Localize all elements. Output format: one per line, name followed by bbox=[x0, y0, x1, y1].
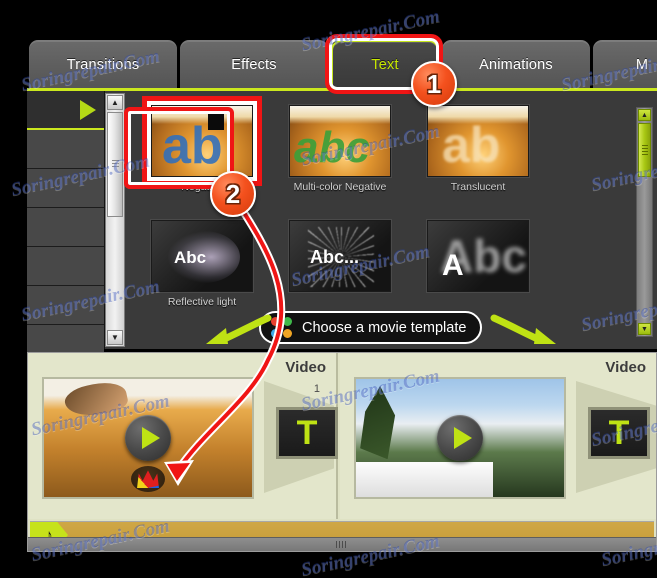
tab-text-label: Text bbox=[371, 57, 399, 73]
template-cell[interactable]: abc Multi-color Negative bbox=[265, 105, 415, 193]
template-label: Multi-color Negative bbox=[293, 181, 387, 193]
thumbnail-letters: Abc... bbox=[310, 247, 360, 267]
thumbnail-block-accent bbox=[208, 108, 224, 130]
tab-bar: Transitions Effects Text Animations M bbox=[27, 36, 657, 91]
sidebar-scrollbar[interactable]: ▲ ▼ bbox=[105, 93, 125, 347]
add-text-button-2[interactable]: T bbox=[588, 407, 650, 459]
tab-animations[interactable]: Animations bbox=[442, 40, 590, 88]
text-tool-icon: T bbox=[608, 414, 630, 452]
play-button[interactable] bbox=[437, 415, 483, 461]
color-palette-icon bbox=[271, 317, 292, 338]
clip-video-thumbnail[interactable] bbox=[42, 377, 254, 499]
clip-video-thumbnail[interactable] bbox=[354, 377, 566, 499]
template-label: Reflective light bbox=[167, 296, 237, 308]
sidebar-item-current[interactable] bbox=[27, 91, 104, 130]
play-triangle-icon bbox=[453, 427, 472, 449]
timeline-clip-2[interactable]: Video T bbox=[340, 353, 656, 519]
template-cell[interactable]: Abc A bbox=[403, 220, 553, 296]
scroll-down-glyph: ▼ bbox=[111, 333, 119, 342]
sidebar-item[interactable] bbox=[27, 130, 104, 169]
scroll-up-glyph: ▲ bbox=[111, 98, 119, 107]
scroll-down-glyph: ▼ bbox=[641, 325, 648, 333]
scroll-down-icon[interactable]: ▼ bbox=[638, 323, 651, 335]
dot-blue bbox=[271, 329, 280, 338]
scroll-up-glyph: ▲ bbox=[641, 111, 648, 119]
add-text-button-1[interactable]: T bbox=[276, 407, 338, 459]
text-tool-icon: T bbox=[296, 414, 318, 452]
tab-effects[interactable]: Effects bbox=[180, 40, 328, 88]
jester-hat-icon bbox=[137, 470, 159, 489]
grip-icon bbox=[641, 145, 648, 155]
sidebar-item[interactable] bbox=[27, 169, 104, 208]
clip-number: 1 bbox=[313, 383, 320, 395]
tab-transitions-label: Transitions bbox=[66, 56, 140, 73]
template-thumbnail-multicolor-negative[interactable]: abc bbox=[289, 105, 391, 177]
timeline-panel: Video 1 T Video T ♪ bbox=[27, 352, 657, 552]
template-thumbnail-negative[interactable]: ab bbox=[144, 98, 260, 184]
tooltip-text: Choose a movie template bbox=[302, 319, 467, 336]
scroll-up-icon[interactable]: ▲ bbox=[638, 109, 651, 121]
category-sidebar[interactable] bbox=[27, 91, 105, 364]
template-thumbnail-transluent[interactable]: ab bbox=[427, 105, 529, 177]
choose-movie-template-tooltip: Choose a movie template bbox=[259, 311, 483, 344]
template-scrollbar[interactable]: ▲ ▼ bbox=[636, 107, 653, 337]
scrollbar-thumb[interactable] bbox=[638, 123, 651, 177]
step-badge-1-number: 1 bbox=[426, 68, 442, 99]
sidebar-item[interactable] bbox=[27, 208, 104, 247]
sidebar-item[interactable] bbox=[27, 286, 104, 325]
play-triangle-icon bbox=[80, 100, 96, 120]
tab-transitions[interactable]: Transitions bbox=[29, 40, 177, 88]
thumbnail-letters-sharp: A bbox=[442, 249, 464, 282]
thumbnail-letters: abc bbox=[294, 123, 370, 172]
play-button[interactable] bbox=[125, 415, 171, 461]
template-label: Translucent bbox=[450, 181, 506, 193]
tab-more[interactable]: M bbox=[593, 40, 657, 88]
thumbnail-letters: Abc bbox=[174, 248, 207, 267]
step-badge-2: 2 bbox=[210, 171, 256, 217]
clip-video-label: Video bbox=[605, 359, 646, 376]
step-badge-1: 1 bbox=[411, 61, 457, 107]
timeline-scrollbar[interactable] bbox=[28, 537, 656, 551]
scroll-down-icon[interactable]: ▼ bbox=[107, 330, 123, 345]
template-cell[interactable]: Abc Reflective light bbox=[127, 220, 277, 308]
grip-icon bbox=[336, 541, 348, 548]
template-thumbnail-blur[interactable]: Abc A bbox=[427, 220, 529, 292]
template-cell[interactable]: ab Translucent bbox=[403, 105, 553, 193]
tab-effects-label: Effects bbox=[231, 56, 277, 73]
scroll-up-icon[interactable]: ▲ bbox=[107, 95, 123, 110]
dot-orange bbox=[283, 329, 292, 338]
step-badge-2-number: 2 bbox=[225, 178, 241, 209]
application-window: Transitions Effects Text Animations M ▲ … bbox=[0, 0, 657, 578]
template-grid: ab Negative abc Multi-color Negative ab … bbox=[127, 95, 632, 345]
template-thumbnail-reflective-light[interactable]: Abc bbox=[151, 220, 253, 292]
scrollbar-thumb[interactable] bbox=[107, 112, 123, 217]
sidebar-item[interactable] bbox=[27, 247, 104, 286]
template-cell[interactable]: ab Negative bbox=[127, 98, 277, 193]
clip-video-label: Video bbox=[285, 359, 326, 376]
tab-animations-label: Animations bbox=[479, 56, 553, 73]
dot-red bbox=[271, 317, 280, 326]
grip-icon bbox=[111, 160, 119, 169]
timeline-clip-1[interactable]: Video 1 T bbox=[28, 353, 338, 519]
tab-more-label: M bbox=[635, 56, 649, 73]
play-triangle-icon bbox=[141, 427, 160, 449]
template-cell[interactable]: Abc... bbox=[265, 220, 415, 296]
thumbnail-letters: ab bbox=[442, 117, 501, 173]
template-thumbnail-sparkle[interactable]: Abc... bbox=[289, 220, 391, 292]
dot-green bbox=[283, 317, 292, 326]
